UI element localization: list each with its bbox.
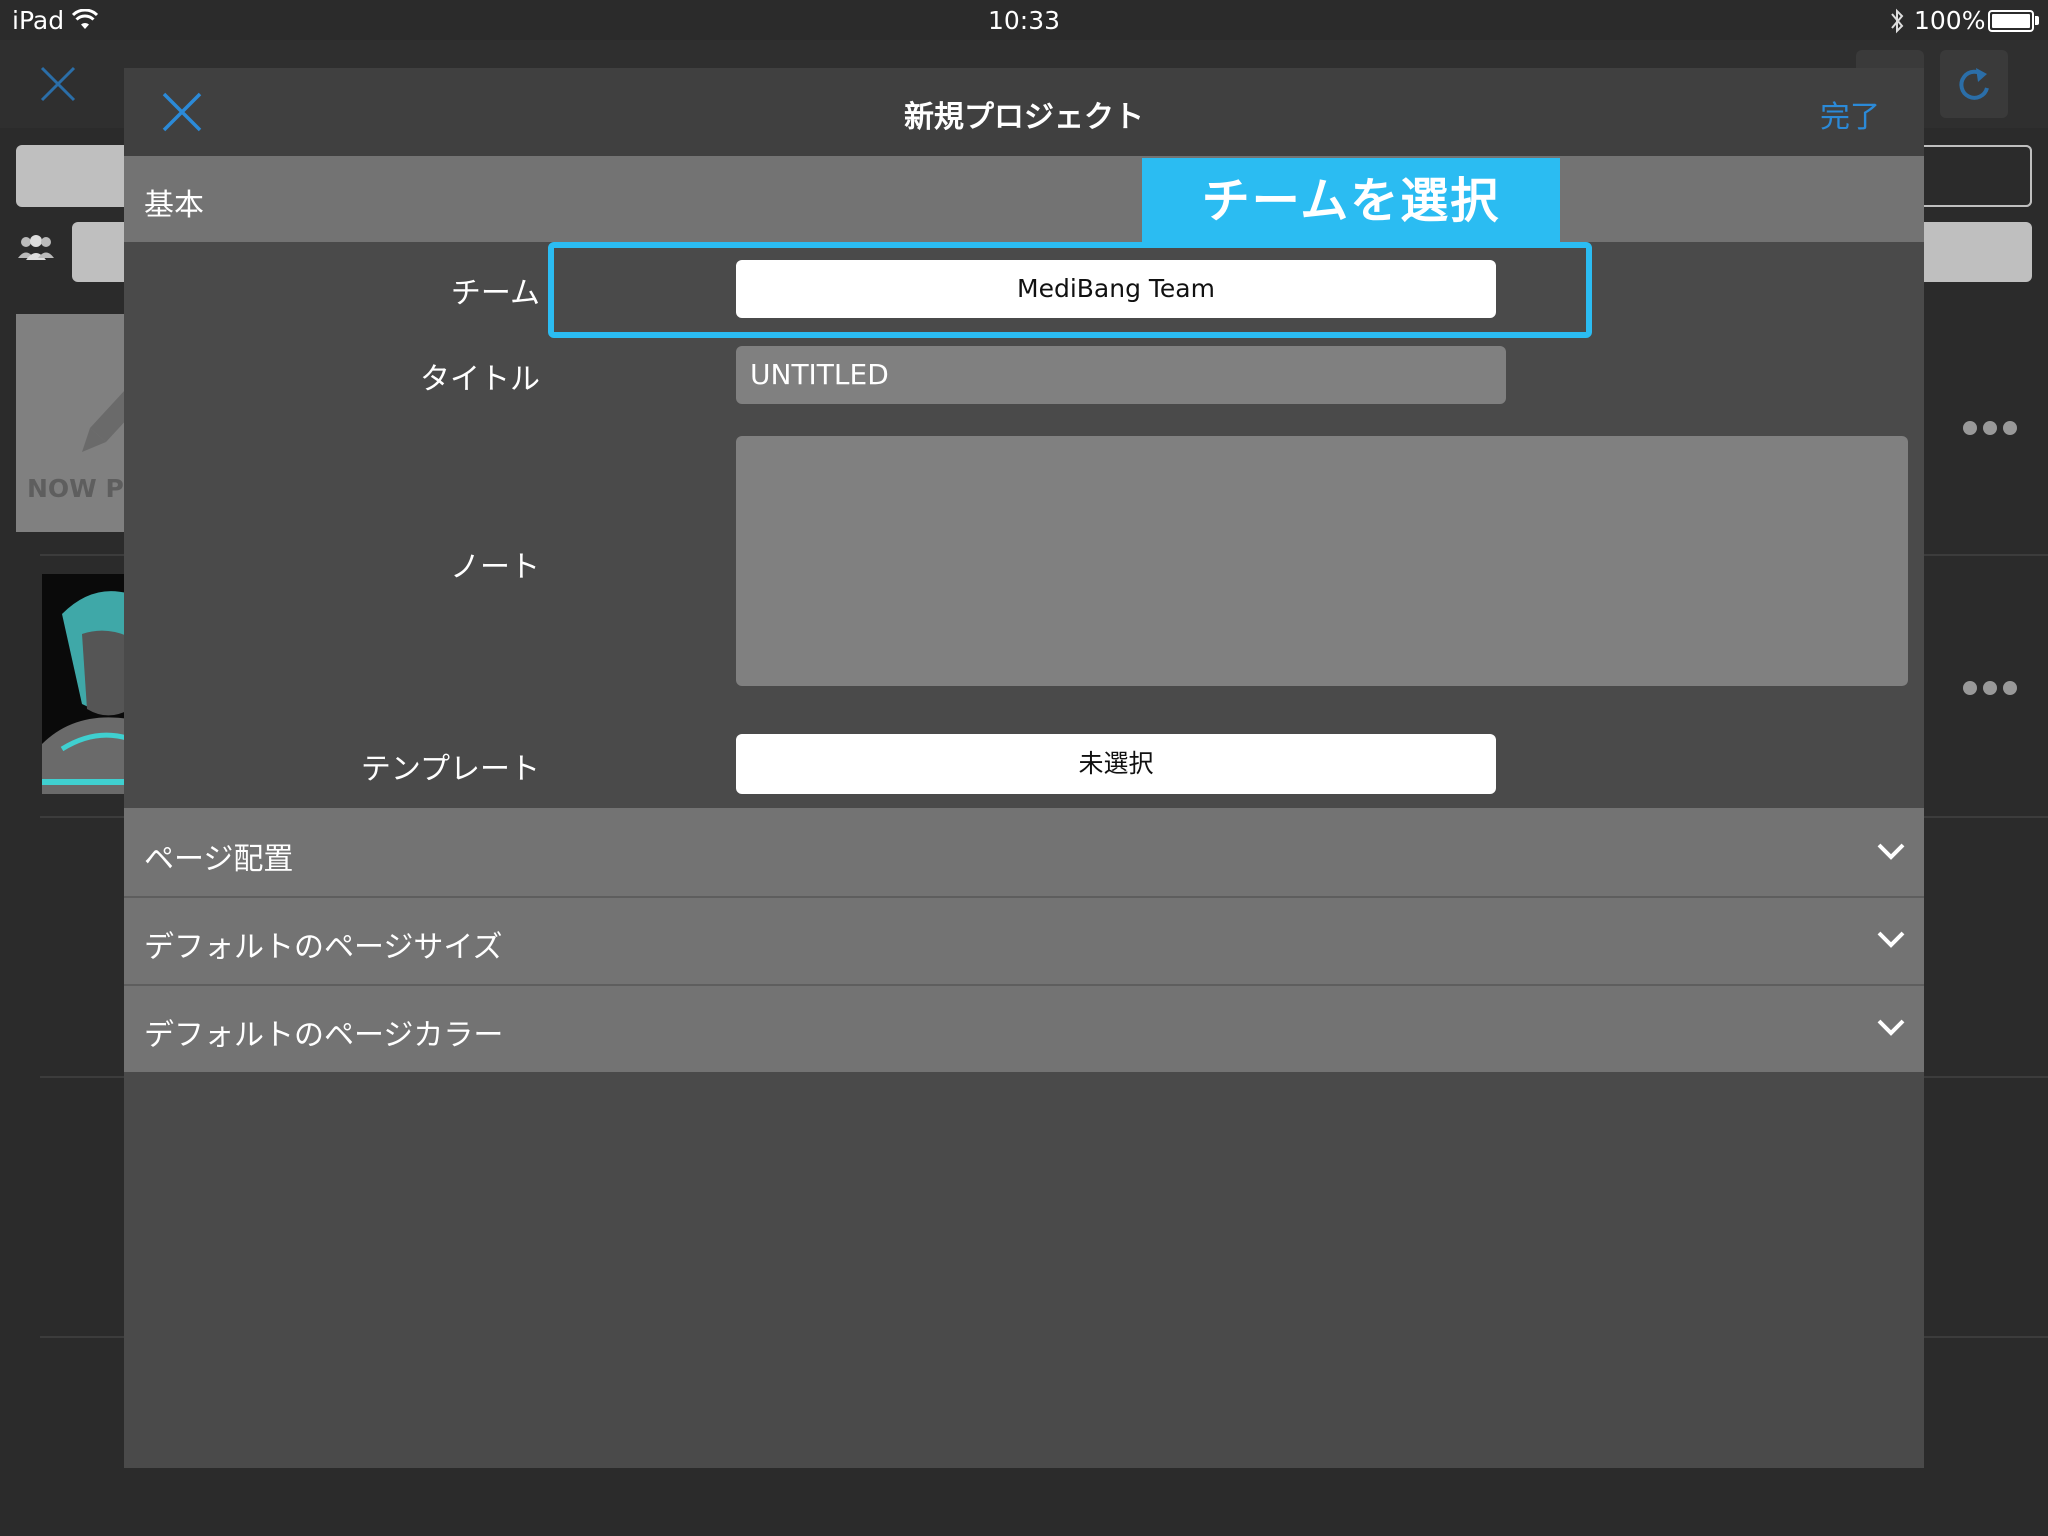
section-default-page-color[interactable]: デフォルトのページカラー [124, 986, 1924, 1072]
note-label: ノート [450, 550, 540, 585]
team-highlight-frame [548, 242, 1592, 338]
note-textarea[interactable] [736, 436, 1908, 686]
background-team-icon [18, 235, 54, 260]
section-default-page-size-label: デフォルトのページサイズ [144, 930, 503, 965]
more-options-icon[interactable] [1962, 680, 2018, 696]
section-page-layout[interactable]: ページ配置 [124, 808, 1924, 896]
chevron-down-icon [1877, 1019, 1905, 1036]
battery-icon [1988, 10, 2034, 32]
background-refresh-button[interactable] [1940, 50, 2008, 118]
dialog-header: 新規プロジェクト 完了 [124, 68, 1924, 156]
section-default-page-size[interactable]: デフォルトのページサイズ [124, 898, 1924, 984]
bluetooth-icon [1891, 8, 1904, 34]
status-bar: iPad 10:33 100% [0, 0, 2048, 40]
clock: 10:33 [987, 6, 1061, 35]
title-input[interactable]: UNTITLED [736, 346, 1506, 404]
chevron-down-icon [1877, 843, 1905, 860]
title-label: タイトル [420, 362, 540, 397]
dialog-title: 新規プロジェクト [904, 100, 1144, 135]
chevron-down-icon [1877, 931, 1905, 948]
template-label: テンプレート [360, 752, 540, 787]
section-default-page-color-label: デフォルトのページカラー [144, 1018, 504, 1053]
done-button[interactable]: 完了 [1820, 92, 1880, 136]
section-basic-label: 基本 [144, 188, 204, 223]
template-selector[interactable]: 未選択 [736, 734, 1496, 794]
background-close-icon[interactable] [38, 64, 78, 104]
battery-tip [2035, 16, 2039, 25]
section-basic: 基本 [124, 156, 1924, 242]
team-label: チーム [450, 276, 540, 311]
select-team-callout: チームを選択 [1142, 158, 1560, 244]
refresh-icon [1959, 68, 1989, 100]
battery-percent: 100% [1914, 6, 1986, 35]
section-page-layout-label: ページ配置 [144, 842, 294, 877]
more-options-icon[interactable] [1962, 420, 2018, 436]
